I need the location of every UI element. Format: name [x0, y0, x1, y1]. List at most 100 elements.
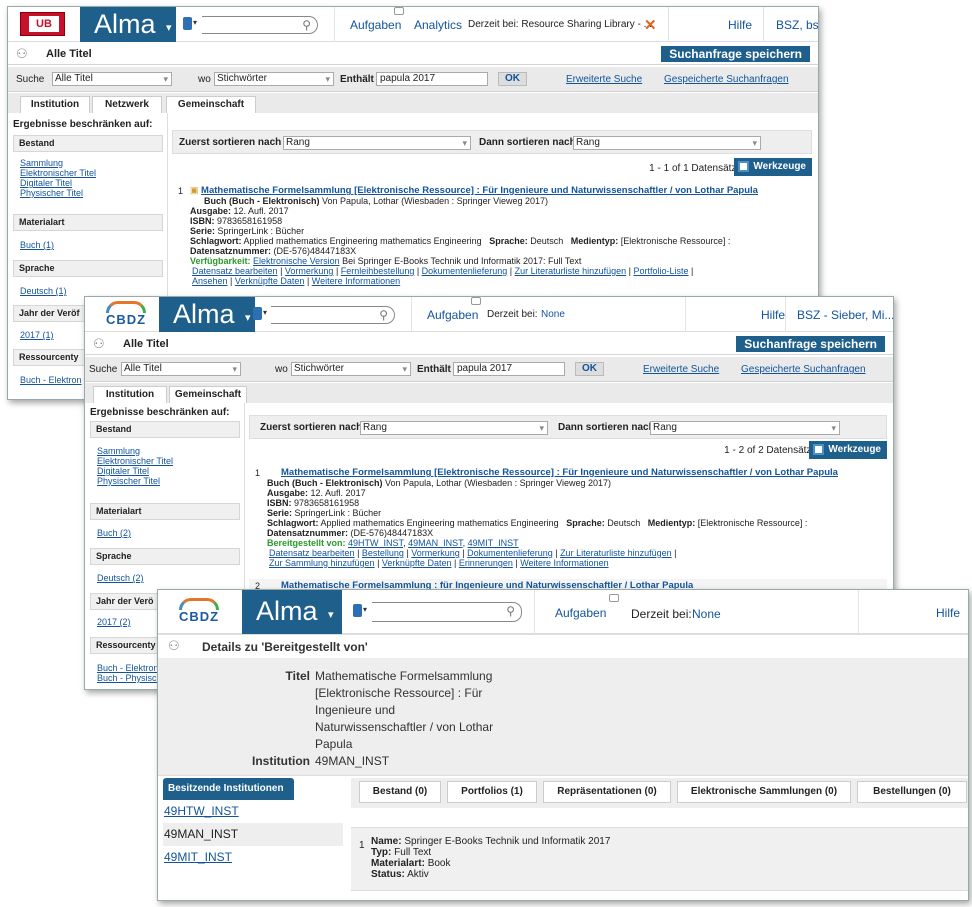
facet-link[interactable]: Buch (1): [20, 240, 54, 250]
sort-first-select[interactable]: Rang: [360, 421, 548, 435]
facet-bestand[interactable]: Bestand: [90, 421, 240, 438]
advanced-search-link[interactable]: Erweiterte Suche: [566, 74, 642, 85]
action-link[interactable]: Datensatz bearbeiten: [192, 266, 278, 276]
facet-link[interactable]: Sammlung: [97, 446, 140, 456]
facet-sprache[interactable]: Sprache: [90, 548, 240, 565]
alma-menu[interactable]: Alma ▾: [242, 590, 342, 634]
institution-item[interactable]: 49MIT_INST: [163, 846, 343, 869]
tools-button[interactable]: Werkzeuge: [734, 158, 812, 176]
chat-bubble-icon[interactable]: [394, 7, 404, 15]
provider-link[interactable]: 49HTW_INST: [348, 538, 403, 548]
facet-link[interactable]: Digitaler Titel: [97, 466, 149, 476]
ub-logo[interactable]: UB: [20, 12, 65, 36]
database-icon[interactable]: [183, 17, 201, 32]
provider-link[interactable]: 49MAN_INST: [408, 538, 463, 548]
tab-community[interactable]: Gemeinschaft: [169, 386, 247, 403]
tab-network[interactable]: Netzwerk: [92, 96, 162, 113]
facet-link[interactable]: Buch (2): [97, 528, 131, 538]
action-link[interactable]: Vormerkung: [285, 266, 334, 276]
facet-link[interactable]: Digitaler Titel: [20, 178, 72, 188]
tab-holdings[interactable]: Bestand (0): [359, 781, 441, 803]
user-menu[interactable]: BSZ - Sieber, Mi...: [797, 308, 893, 322]
alma-menu[interactable]: Alma ▾: [80, 7, 176, 42]
tab-institution[interactable]: Institution: [93, 386, 167, 403]
action-link[interactable]: Ansehen: [192, 276, 228, 286]
saved-searches-link[interactable]: Gespeicherte Suchanfragen: [664, 74, 789, 85]
facet-link[interactable]: Buch - Elektron: [20, 375, 82, 385]
record-title[interactable]: Mathematische Formelsammlung [Elektronis…: [281, 467, 838, 478]
electronic-version-link[interactable]: Elektronische Version: [253, 256, 340, 266]
scope-select[interactable]: Alle Titel: [52, 72, 172, 86]
ok-button[interactable]: OK: [498, 72, 527, 86]
facet-link[interactable]: Physischer Titel: [97, 476, 160, 486]
facet-link[interactable]: Buch - Physisch: [97, 673, 162, 683]
sort-first-select[interactable]: Rang: [283, 136, 471, 150]
action-link[interactable]: Zur Literaturliste hinzufügen: [560, 548, 672, 558]
action-link[interactable]: Dokumentenlieferung: [467, 548, 553, 558]
alma-menu[interactable]: Alma ▾: [159, 297, 255, 332]
current-location[interactable]: None: [692, 607, 721, 621]
tools-button[interactable]: Werkzeuge: [809, 441, 887, 459]
save-search-button[interactable]: Suchanfrage speichern: [661, 46, 810, 62]
help-link[interactable]: Hilfe: [936, 606, 960, 620]
field-select[interactable]: Stichwörter: [291, 362, 411, 376]
action-link[interactable]: Datensatz bearbeiten: [269, 548, 355, 558]
ok-button[interactable]: OK: [575, 362, 604, 376]
facet-link[interactable]: 2017 (2): [97, 617, 131, 627]
save-search-button[interactable]: Suchanfrage speichern: [736, 336, 885, 352]
action-link[interactable]: Verknüpfte Daten: [235, 276, 305, 286]
action-link[interactable]: Weitere Informationen: [520, 558, 608, 568]
tasks-link[interactable]: Aufgaben: [350, 18, 401, 32]
search-input[interactable]: ⚲: [372, 602, 522, 622]
chat-bubble-icon[interactable]: [609, 594, 619, 602]
facet-link[interactable]: 2017 (1): [20, 330, 54, 340]
tab-electronic-collections[interactable]: Elektronische Sammlungen (0): [677, 781, 851, 803]
facet-bestand[interactable]: Bestand: [13, 135, 163, 152]
analytics-link[interactable]: Analytics: [414, 18, 462, 32]
facet-materialart[interactable]: Materialart: [90, 503, 240, 520]
scope-select[interactable]: Alle Titel: [121, 362, 241, 376]
institution-item[interactable]: 49HTW_INST: [163, 800, 343, 823]
query-input[interactable]: papula 2017: [453, 362, 565, 376]
cbdz-logo[interactable]: CBDZ: [95, 301, 157, 329]
facet-sprache[interactable]: Sprache: [13, 260, 163, 277]
search-input[interactable]: ⚲: [271, 306, 395, 324]
current-location[interactable]: None: [541, 309, 565, 320]
action-link[interactable]: Dokumentenlieferung: [422, 266, 508, 276]
action-link[interactable]: Portfolio-Liste: [633, 266, 688, 276]
action-link[interactable]: Fernleihbestellung: [341, 266, 415, 276]
search-input[interactable]: ⚲: [202, 16, 318, 34]
chat-bubble-icon[interactable]: [471, 297, 481, 305]
action-link[interactable]: Weitere Informationen: [312, 276, 400, 286]
cbdz-logo[interactable]: CBDZ: [168, 598, 230, 626]
facet-link[interactable]: Sammlung: [20, 158, 63, 168]
saved-searches-link[interactable]: Gespeicherte Suchanfragen: [741, 364, 866, 375]
tab-institution[interactable]: Institution: [20, 96, 90, 113]
facet-materialart[interactable]: Materialart: [13, 214, 163, 231]
search-icon[interactable]: ⚲: [506, 604, 515, 618]
query-input[interactable]: papula 2017: [376, 72, 488, 86]
record-title[interactable]: Mathematische Formelsammlung [Elektronis…: [201, 185, 758, 196]
database-icon[interactable]: [353, 604, 371, 619]
action-link[interactable]: Verknüpfte Daten: [382, 558, 452, 568]
user-menu[interactable]: BSZ, bsz: [776, 18, 818, 32]
tasks-link[interactable]: Aufgaben: [555, 606, 606, 620]
current-location[interactable]: Derzeit bei: Resource Sharing Library - …: [468, 19, 652, 30]
tab-representations[interactable]: Repräsentationen (0): [543, 781, 671, 803]
search-icon[interactable]: ⚲: [302, 18, 311, 32]
sort-then-select[interactable]: Rang: [650, 421, 840, 435]
tab-orders[interactable]: Bestellungen (0): [857, 781, 967, 803]
close-location-icon[interactable]: ✕: [644, 16, 657, 34]
facet-link[interactable]: Deutsch (2): [97, 573, 144, 583]
action-link[interactable]: Zur Sammlung hinzufügen: [269, 558, 375, 568]
advanced-search-link[interactable]: Erweiterte Suche: [643, 364, 719, 375]
facet-link[interactable]: Elektronischer Titel: [20, 168, 96, 178]
tab-community[interactable]: Gemeinschaft: [166, 96, 256, 113]
action-link[interactable]: Zur Literaturliste hinzufügen: [515, 266, 627, 276]
tab-portfolios[interactable]: Portfolios (1): [447, 781, 537, 803]
help-link[interactable]: Hilfe: [728, 18, 752, 32]
database-icon[interactable]: [253, 307, 271, 322]
facet-link[interactable]: Buch - Elektron: [97, 663, 159, 673]
holding-institutions-tab[interactable]: Besitzende Institutionen: [163, 778, 294, 800]
sort-then-select[interactable]: Rang: [573, 136, 761, 150]
